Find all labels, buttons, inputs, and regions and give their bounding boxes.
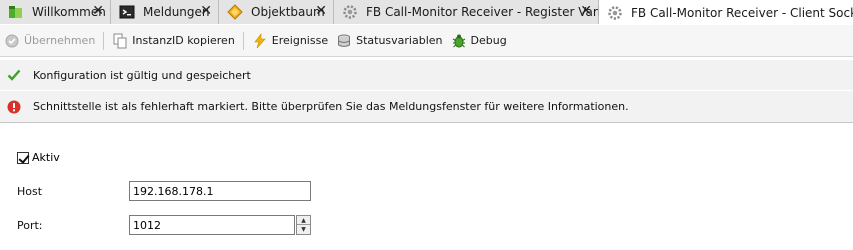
status-ok-text: Konfiguration ist gültig und gespeichert bbox=[33, 68, 251, 82]
status-message-ok: Konfiguration ist gültig und gespeichert bbox=[0, 60, 853, 90]
copy-icon bbox=[112, 33, 128, 49]
apply-button[interactable]: Übernehmen bbox=[0, 30, 99, 52]
active-label: Aktiv bbox=[32, 151, 60, 164]
events-button[interactable]: Ereignisse bbox=[248, 30, 332, 52]
tab-register-variable[interactable]: FB Call-Monitor Receiver - Register Vari… bbox=[334, 0, 627, 24]
close-icon[interactable]: ✕ bbox=[200, 3, 212, 19]
checkmark-icon bbox=[7, 68, 21, 82]
tab-meldungen[interactable]: Meldungen ✕ bbox=[111, 0, 219, 24]
welcome-icon bbox=[8, 4, 24, 20]
host-input[interactable] bbox=[129, 181, 311, 201]
gear-icon bbox=[342, 4, 358, 20]
copy-instance-id-button[interactable]: InstanzID kopieren bbox=[108, 30, 239, 52]
debug-button[interactable]: Debug bbox=[447, 30, 511, 52]
close-icon[interactable]: ✕ bbox=[92, 3, 104, 19]
toolbar: Übernehmen InstanzID kopieren Ereignisse… bbox=[0, 25, 853, 57]
check-circle-icon bbox=[4, 33, 20, 49]
tab-willkommen[interactable]: Willkommen ✕ bbox=[0, 0, 111, 24]
status-variables-button[interactable]: Statusvariablen bbox=[332, 30, 446, 52]
port-stepper[interactable]: ▲ ▼ bbox=[296, 215, 311, 235]
lightning-icon bbox=[252, 32, 268, 49]
tab-objektbaum[interactable]: Objektbaum ✕ bbox=[219, 0, 334, 24]
tab-label: Objektbaum bbox=[251, 5, 325, 19]
status-error-text: Schnittstelle ist als fehlerhaft markier… bbox=[33, 100, 629, 113]
bug-icon bbox=[451, 33, 467, 49]
database-icon bbox=[336, 33, 352, 49]
tab-bar: Willkommen ✕ Meldungen ✕ Objektbaum ✕ FB… bbox=[0, 0, 853, 25]
host-label: Host bbox=[17, 185, 43, 198]
tab-client-socket[interactable]: FB Call-Monitor Receiver - Client Socket bbox=[599, 0, 853, 25]
stepper-down-icon[interactable]: ▼ bbox=[297, 225, 310, 234]
port-input[interactable] bbox=[129, 215, 295, 235]
port-label: Port: bbox=[17, 219, 43, 232]
active-checkbox-row[interactable]: Aktiv bbox=[17, 151, 60, 164]
toolbar-separator bbox=[103, 31, 105, 50]
tab-label: FB Call-Monitor Receiver - Client Socket bbox=[631, 5, 853, 20]
error-icon bbox=[7, 100, 21, 114]
toolbar-separator bbox=[242, 31, 244, 50]
messages-icon bbox=[119, 4, 135, 20]
stepper-up-icon[interactable]: ▲ bbox=[297, 216, 310, 225]
object-tree-icon bbox=[227, 4, 243, 20]
status-message-error: Schnittstelle ist als fehlerhaft markier… bbox=[0, 91, 853, 123]
gear-icon bbox=[607, 5, 623, 21]
close-icon[interactable]: ✕ bbox=[580, 3, 592, 19]
close-icon[interactable]: ✕ bbox=[315, 3, 327, 19]
active-checkbox[interactable] bbox=[17, 151, 29, 164]
